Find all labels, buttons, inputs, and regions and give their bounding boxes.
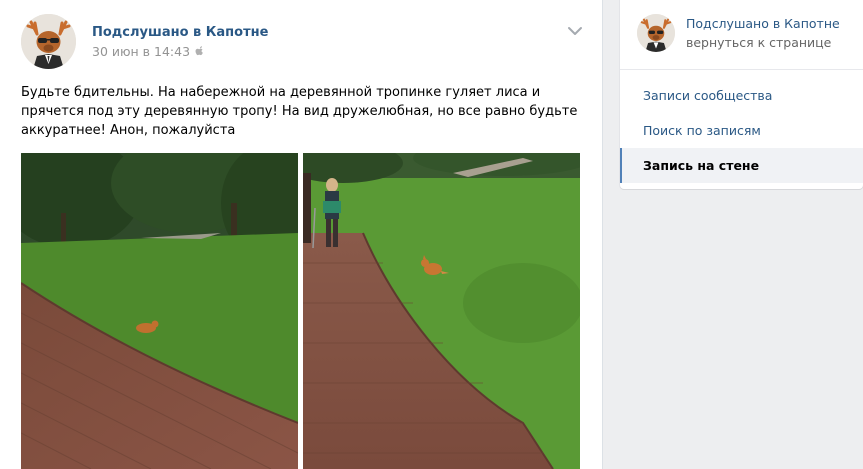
sidebar-item-search-posts[interactable]: Поиск по записям xyxy=(620,113,863,148)
post-text: Будьте бдительны. На набережной на дерев… xyxy=(21,85,578,138)
post-header: Подслушано в Капотне 30 июн в 14:43 xyxy=(21,14,591,70)
post-author[interactable]: Подслушано в Капотне xyxy=(92,25,268,40)
sidebar: Подслушано в Капотне вернуться к страниц… xyxy=(620,0,863,189)
photo-boardwalk-fox-1 xyxy=(21,153,298,469)
post-photo-1[interactable] xyxy=(21,153,298,469)
sidebar-group-avatar xyxy=(637,14,675,52)
post-photo-2[interactable] xyxy=(303,153,580,469)
sidebar-menu: Записи сообщества Поиск по записям Запис… xyxy=(620,78,863,183)
sidebar-group-name[interactable]: Подслушано в Капотне xyxy=(686,16,840,31)
photo-boardwalk-fox-2 xyxy=(303,153,580,469)
sidebar-item-wall-post[interactable]: Запись на стене xyxy=(620,148,863,183)
chevron-down-icon[interactable] xyxy=(567,26,583,36)
post-date-text: 30 июн в 14:43 xyxy=(92,44,191,59)
back-to-page-link[interactable]: вернуться к странице xyxy=(686,35,831,50)
wall-post: Подслушано в Капотне 30 июн в 14:43 Будь… xyxy=(0,0,603,469)
apple-icon xyxy=(195,46,204,56)
sidebar-item-community-posts[interactable]: Записи сообщества xyxy=(620,78,863,113)
sidebar-group-link[interactable]: Подслушано в Капотне вернуться к страниц… xyxy=(620,0,863,70)
group-avatar[interactable] xyxy=(21,14,76,69)
post-date[interactable]: 30 июн в 14:43 xyxy=(92,44,205,59)
